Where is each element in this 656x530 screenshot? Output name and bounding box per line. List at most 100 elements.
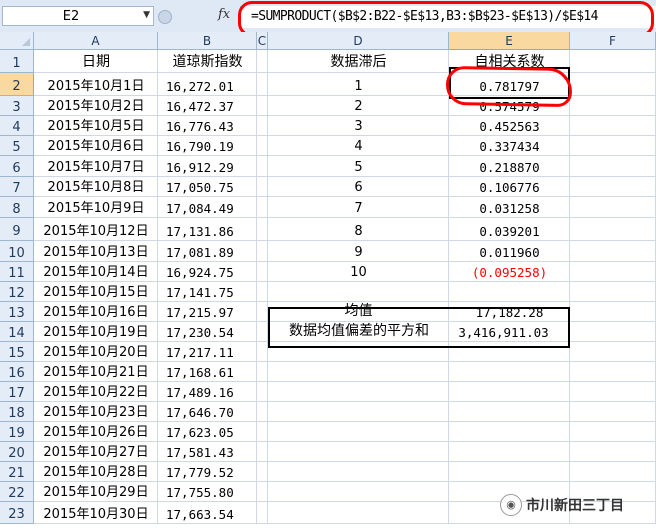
cell-b10[interactable]: 17,081.89 bbox=[158, 241, 257, 262]
cell-d12[interactable] bbox=[268, 282, 449, 302]
cell-b12[interactable]: 17,141.75 bbox=[158, 282, 257, 302]
cell-a6[interactable]: 2015年10月7日 bbox=[34, 156, 158, 177]
chevron-down-icon[interactable]: ▼ bbox=[143, 10, 150, 20]
cell-a23[interactable]: 2015年10月30日 bbox=[34, 502, 158, 524]
cell-c6[interactable] bbox=[257, 156, 268, 177]
cell-a18[interactable]: 2015年10月23日 bbox=[34, 402, 158, 422]
cell-d4[interactable]: 3 bbox=[268, 116, 449, 136]
cell-e3[interactable]: 0.574579 bbox=[449, 96, 570, 116]
cell-b9[interactable]: 17,131.86 bbox=[158, 218, 257, 241]
row-header-2[interactable]: 2 bbox=[0, 73, 34, 96]
cell-e10[interactable]: 0.011960 bbox=[449, 241, 570, 262]
cell-b6[interactable]: 16,912.29 bbox=[158, 156, 257, 177]
row-header-1[interactable]: 1 bbox=[0, 50, 34, 73]
cell-a13[interactable]: 2015年10月16日 bbox=[34, 302, 158, 322]
cell-e18[interactable] bbox=[449, 402, 570, 422]
row-header-12[interactable]: 12 bbox=[0, 282, 34, 302]
row-header-18[interactable]: 18 bbox=[0, 402, 34, 422]
cell-a19[interactable]: 2015年10月26日 bbox=[34, 422, 158, 442]
cell-a4[interactable]: 2015年10月5日 bbox=[34, 116, 158, 136]
column-header-a[interactable]: A bbox=[34, 32, 158, 50]
cell-f3[interactable] bbox=[570, 96, 656, 116]
cell-b17[interactable]: 17,489.16 bbox=[158, 382, 257, 402]
cell-f2[interactable] bbox=[570, 73, 656, 96]
column-header-e[interactable]: E bbox=[449, 32, 570, 50]
cell-e9[interactable]: 0.039201 bbox=[449, 218, 570, 241]
cell-f16[interactable] bbox=[570, 362, 656, 382]
row-header-9[interactable]: 9 bbox=[0, 218, 34, 241]
column-header-f[interactable]: F bbox=[570, 32, 656, 50]
cell-c8[interactable] bbox=[257, 197, 268, 218]
cell-c19[interactable] bbox=[257, 422, 268, 442]
cell-d19[interactable] bbox=[268, 422, 449, 442]
cell-f17[interactable] bbox=[570, 382, 656, 402]
cell-f13[interactable] bbox=[570, 302, 656, 322]
cell-f9[interactable] bbox=[570, 218, 656, 241]
column-header-c[interactable]: C bbox=[257, 32, 268, 50]
cell-b23[interactable]: 17,663.54 bbox=[158, 502, 257, 524]
cell-c11[interactable] bbox=[257, 262, 268, 282]
cell-a7[interactable]: 2015年10月8日 bbox=[34, 177, 158, 197]
cell-a10[interactable]: 2015年10月13日 bbox=[34, 241, 158, 262]
cell-f18[interactable] bbox=[570, 402, 656, 422]
cell-a2[interactable]: 2015年10月1日 bbox=[34, 73, 158, 96]
row-header-20[interactable]: 20 bbox=[0, 442, 34, 462]
cell-e5[interactable]: 0.337434 bbox=[449, 136, 570, 156]
cell-b19[interactable]: 17,623.05 bbox=[158, 422, 257, 442]
cell-c10[interactable] bbox=[257, 241, 268, 262]
cell-d20[interactable] bbox=[268, 442, 449, 462]
cell-a12[interactable]: 2015年10月15日 bbox=[34, 282, 158, 302]
row-header-19[interactable]: 19 bbox=[0, 422, 34, 442]
cell-d5[interactable]: 4 bbox=[268, 136, 449, 156]
cell-c9[interactable] bbox=[257, 218, 268, 241]
cell-d8[interactable]: 7 bbox=[268, 197, 449, 218]
cell-e19[interactable] bbox=[449, 422, 570, 442]
cell-d11[interactable]: 10 bbox=[268, 262, 449, 282]
cell-f19[interactable] bbox=[570, 422, 656, 442]
cell-f15[interactable] bbox=[570, 342, 656, 362]
cell-f21[interactable] bbox=[570, 462, 656, 482]
cell-e7[interactable]: 0.106776 bbox=[449, 177, 570, 197]
row-header-22[interactable]: 22 bbox=[0, 482, 34, 502]
cell-b2[interactable]: 16,272.01 bbox=[158, 73, 257, 96]
cell-b21[interactable]: 17,779.52 bbox=[158, 462, 257, 482]
cell-c5[interactable] bbox=[257, 136, 268, 156]
row-header-6[interactable]: 6 bbox=[0, 156, 34, 177]
row-header-11[interactable]: 11 bbox=[0, 262, 34, 282]
cell-c21[interactable] bbox=[257, 462, 268, 482]
row-header-4[interactable]: 4 bbox=[0, 116, 34, 136]
cell-a5[interactable]: 2015年10月6日 bbox=[34, 136, 158, 156]
cell-a9[interactable]: 2015年10月12日 bbox=[34, 218, 158, 241]
cell-e11[interactable]: (0.095258) bbox=[449, 262, 570, 282]
cell-d6[interactable]: 5 bbox=[268, 156, 449, 177]
cell-a3[interactable]: 2015年10月2日 bbox=[34, 96, 158, 116]
cell-d18[interactable] bbox=[268, 402, 449, 422]
row-header-5[interactable]: 5 bbox=[0, 136, 34, 156]
cell-a15[interactable]: 2015年10月20日 bbox=[34, 342, 158, 362]
cell-a1[interactable]: 日期 bbox=[34, 50, 158, 73]
row-header-3[interactable]: 3 bbox=[0, 96, 34, 116]
cell-e17[interactable] bbox=[449, 382, 570, 402]
cell-b11[interactable]: 16,924.75 bbox=[158, 262, 257, 282]
cell-d22[interactable] bbox=[268, 482, 449, 502]
cell-b20[interactable]: 17,581.43 bbox=[158, 442, 257, 462]
cell-d23[interactable] bbox=[268, 502, 449, 524]
row-header-14[interactable]: 14 bbox=[0, 322, 34, 342]
cell-c22[interactable] bbox=[257, 482, 268, 502]
cell-d2[interactable]: 1 bbox=[268, 73, 449, 96]
cell-a17[interactable]: 2015年10月22日 bbox=[34, 382, 158, 402]
cell-e8[interactable]: 0.031258 bbox=[449, 197, 570, 218]
cell-f11[interactable] bbox=[570, 262, 656, 282]
cell-d3[interactable]: 2 bbox=[268, 96, 449, 116]
cell-b5[interactable]: 16,790.19 bbox=[158, 136, 257, 156]
cell-b1[interactable]: 道琼斯指数 bbox=[158, 50, 257, 73]
cell-a14[interactable]: 2015年10月19日 bbox=[34, 322, 158, 342]
cell-d17[interactable] bbox=[268, 382, 449, 402]
cell-f10[interactable] bbox=[570, 241, 656, 262]
cell-f7[interactable] bbox=[570, 177, 656, 197]
cell-e6[interactable]: 0.218870 bbox=[449, 156, 570, 177]
cell-a20[interactable]: 2015年10月27日 bbox=[34, 442, 158, 462]
cell-f14[interactable] bbox=[570, 322, 656, 342]
cell-c3[interactable] bbox=[257, 96, 268, 116]
cell-b16[interactable]: 17,168.61 bbox=[158, 362, 257, 382]
